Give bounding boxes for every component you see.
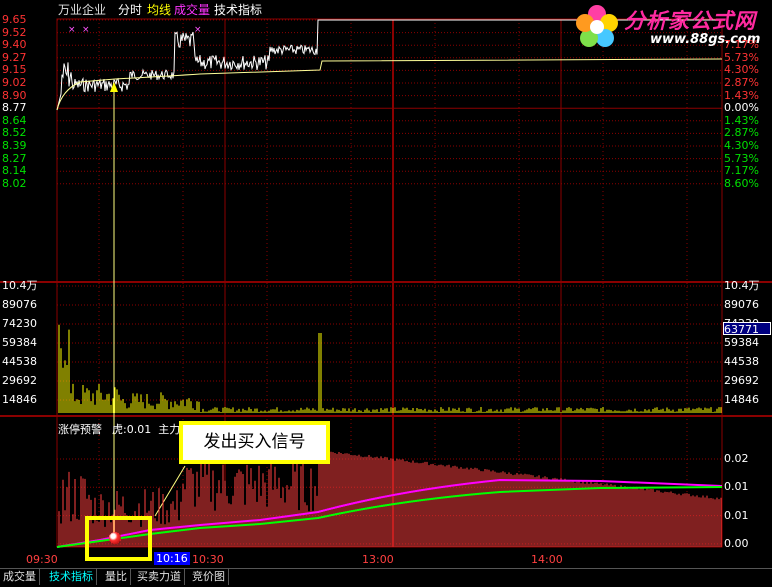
price-tick-right-5: 2.87%	[724, 76, 759, 89]
tab-auction-chart[interactable]: 竞价图	[189, 569, 229, 585]
flower-logo-icon	[576, 5, 618, 47]
time-label-1400: 14:00	[531, 553, 563, 566]
price-tick-right-8: 1.43%	[724, 113, 759, 127]
price-tick-right-7: 0.00%	[724, 101, 759, 115]
price-tick-left-10: 8.39	[2, 139, 27, 152]
volume-tick-left-5: 29692	[2, 374, 37, 387]
indicator-title: 涨停预警	[58, 423, 102, 436]
tab-buy-sell-force[interactable]: 买卖力道	[134, 569, 185, 585]
current-volume-marker: 63771	[723, 322, 771, 336]
buy-signal-callout: 发出买入信号	[179, 421, 330, 464]
volume-tick-left-2: 74230	[2, 317, 37, 330]
price-tick-right-3: 5.73%	[724, 50, 759, 64]
time-label-open: 09:30	[26, 553, 58, 566]
price-tick-right-9: 2.87%	[724, 126, 759, 140]
buy-signal-icon	[109, 532, 121, 544]
time-label-1300: 13:00	[362, 553, 394, 566]
volume-tick-left-4: 44538	[2, 355, 37, 368]
price-marker: ×	[82, 25, 90, 35]
menu-item-volume[interactable]: 成交量	[174, 3, 210, 17]
stock-name: 万业企业	[58, 3, 107, 17]
indicator-tick-right-3: 0.00	[724, 536, 749, 550]
price-tick-right-2: 7.17%	[724, 38, 759, 52]
indicator-tick-right-0: 0.02	[724, 452, 749, 465]
volume-tick-left-0: 10.4万	[2, 279, 38, 292]
indicator-tick-right-2: 0.01	[724, 508, 749, 522]
price-tick-right-11: 5.73%	[724, 151, 759, 165]
volume-tick-right-3: 59384	[724, 336, 759, 349]
price-tick-left-0: 9.65	[2, 13, 27, 26]
volume-tick-right-0: 10.4万	[724, 279, 760, 292]
price-tick-left-12: 8.14	[2, 164, 27, 178]
price-tick-left-7: 8.77	[2, 101, 27, 115]
volume-tick-left-1: 89076	[2, 298, 37, 311]
price-tick-left-13: 8.02	[2, 176, 27, 190]
volume-tick-right-5: 29692	[724, 374, 759, 387]
indicator-tick-right-1: 0.01	[724, 480, 749, 494]
price-tick-left-2: 9.40	[2, 38, 27, 52]
menu-item-tech-indicator[interactable]: 技术指标	[214, 3, 262, 17]
price-marker: ×	[194, 25, 202, 35]
price-tick-left-9: 8.52	[2, 126, 27, 140]
average-price-line	[56, 58, 723, 111]
logo-title: 分析家公式网	[624, 9, 756, 33]
tab-volume-ratio[interactable]: 量比	[102, 569, 131, 585]
price-tick-left-3: 9.27	[2, 50, 27, 64]
intraday-chart: × × ×	[0, 18, 772, 548]
volume-tick-left-3: 59384	[2, 336, 37, 349]
price-tick-left-4: 9.15	[2, 63, 27, 77]
price-tick-right-4: 4.30%	[724, 63, 759, 77]
price-tick-right-13: 8.60%	[724, 176, 759, 190]
menu-item-timeshare[interactable]: 分时	[118, 3, 142, 17]
volume-tick-right-4: 44538	[724, 355, 759, 368]
time-label-1030: 10:30	[192, 553, 224, 566]
price-tick-left-1: 9.52	[2, 25, 27, 39]
time-cursor-label: 10:16	[154, 552, 190, 565]
tab-tech-indicator[interactable]: 技术指标	[46, 569, 97, 585]
price-tick-left-6: 8.90	[2, 88, 27, 102]
volume-tick-left-6: 14846	[2, 393, 37, 406]
price-tick-right-10: 4.30%	[724, 139, 759, 152]
price-tick-left-11: 8.27	[2, 151, 27, 165]
price-tick-left-5: 9.02	[2, 76, 27, 89]
menu-item-average-line[interactable]: 均线	[147, 3, 171, 17]
price-tick-right-12: 7.17%	[724, 164, 759, 178]
volume-tick-right-1: 89076	[724, 298, 759, 311]
tab-volume[interactable]: 成交量	[0, 569, 40, 585]
price-tick-left-8: 8.64	[2, 113, 27, 127]
volume-tick-right-6: 14846	[724, 393, 759, 406]
price-marker: ×	[68, 25, 76, 35]
price-tick-right-6: 1.43%	[724, 88, 759, 102]
